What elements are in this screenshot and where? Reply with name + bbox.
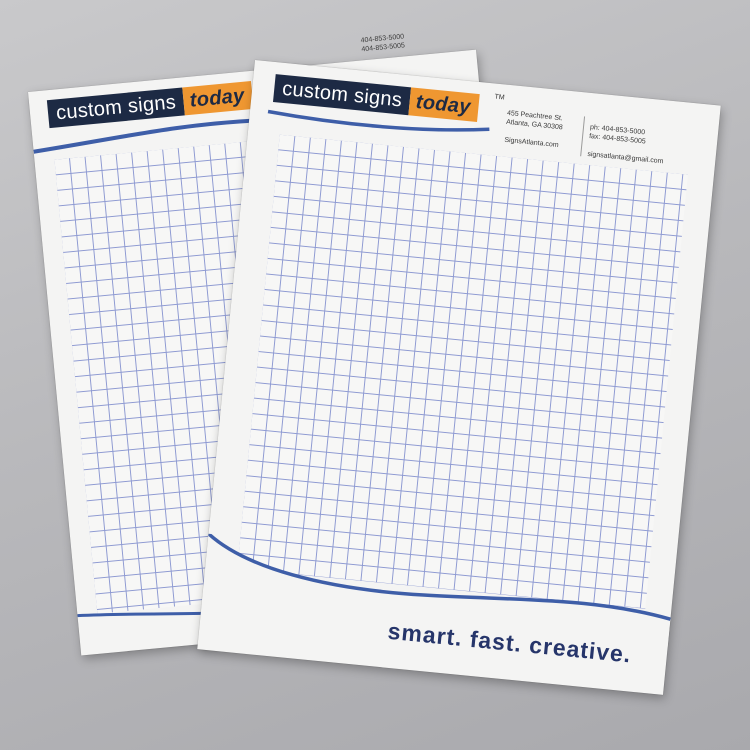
back-logo-accent: today — [182, 80, 254, 116]
phone-block: ph: 404-853-5000 fax: 404-853-5005 signs… — [587, 123, 667, 166]
front-notepad: custom signs today TM 455 Peachtree St. … — [197, 60, 721, 695]
back-phone: 404-853-5000 404-853-5005 — [360, 33, 406, 54]
trademark-mark: TM — [494, 93, 505, 102]
front-grid — [237, 134, 688, 609]
address-block: 455 Peachtree St. Atlanta, GA 30308 Sign… — [504, 109, 564, 150]
